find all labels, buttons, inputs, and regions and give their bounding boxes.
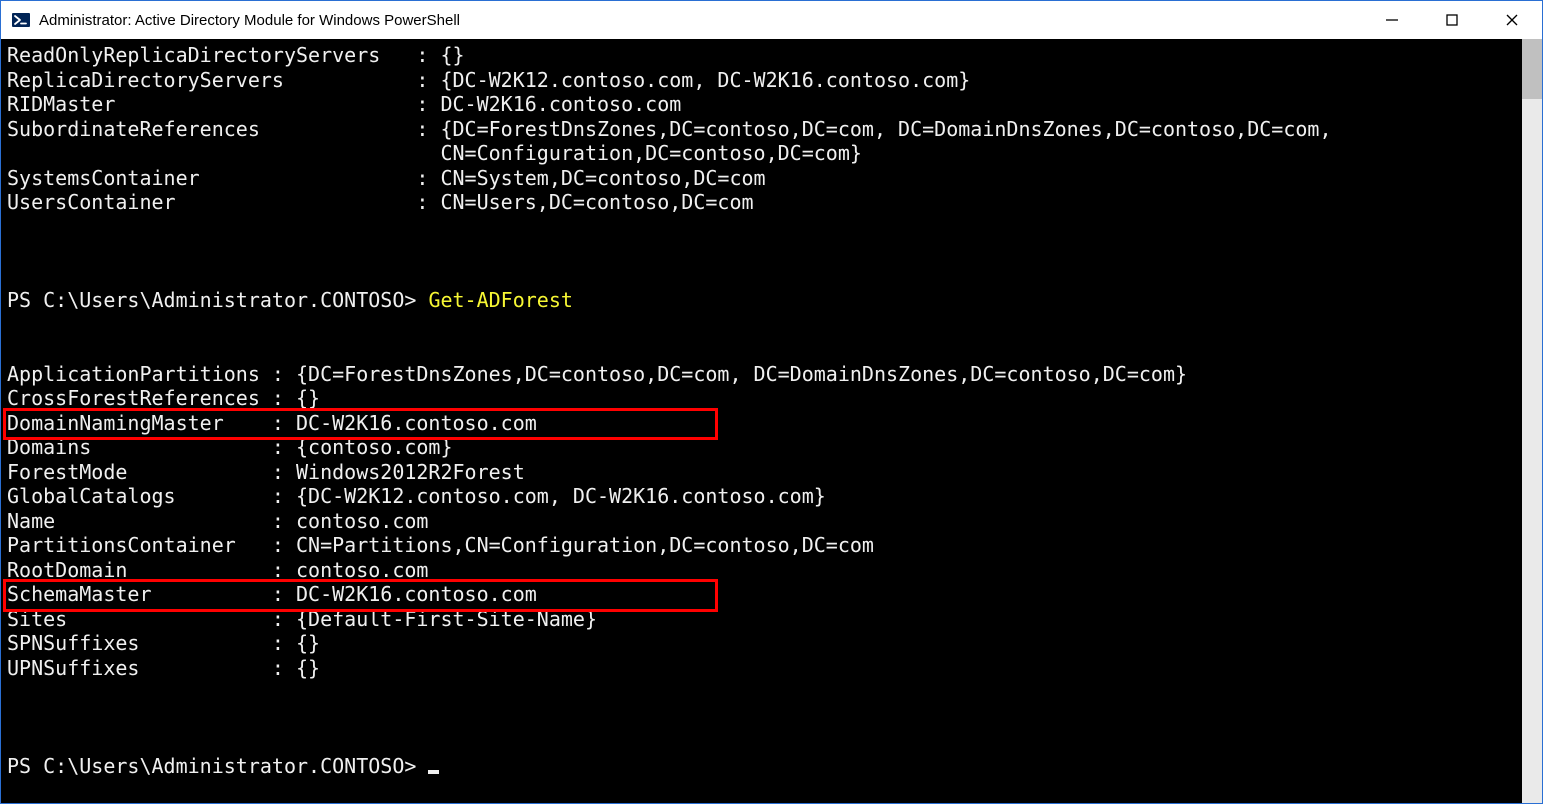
prompt-line: PS C:\Users\Administrator.CONTOSO>	[7, 754, 1520, 779]
powershell-icon	[11, 10, 31, 30]
window-title: Administrator: Active Directory Module f…	[39, 12, 1362, 29]
output-line: Domains : {contoso.com}	[7, 435, 1520, 460]
output-line: RootDomain : contoso.com	[7, 558, 1520, 583]
powershell-window: Administrator: Active Directory Module f…	[0, 0, 1543, 804]
output-line: ReplicaDirectoryServers : {DC-W2K12.cont…	[7, 68, 1520, 93]
output-line: Name : contoso.com	[7, 509, 1520, 534]
window-controls	[1362, 1, 1542, 39]
output-line	[7, 680, 1520, 705]
output-line: SPNSuffixes : {}	[7, 631, 1520, 656]
output-line: Sites : {Default-First-Site-Name}	[7, 607, 1520, 632]
output-line	[7, 705, 1520, 730]
output-line	[7, 729, 1520, 754]
maximize-button[interactable]	[1422, 1, 1482, 39]
output-line: GlobalCatalogs : {DC-W2K12.contoso.com, …	[7, 484, 1520, 509]
command-text: Get-ADForest	[428, 288, 573, 312]
output-line: UsersContainer : CN=Users,DC=contoso,DC=…	[7, 190, 1520, 215]
scrollbar-thumb[interactable]	[1522, 39, 1542, 99]
output-line: RIDMaster : DC-W2K16.contoso.com	[7, 92, 1520, 117]
prompt-line: PS C:\Users\Administrator.CONTOSO> Get-A…	[7, 288, 1520, 313]
output-line	[7, 239, 1520, 264]
close-button[interactable]	[1482, 1, 1542, 39]
output-line	[7, 215, 1520, 240]
output-line: ReadOnlyReplicaDirectoryServers : {}	[7, 43, 1520, 68]
output-line: CN=Configuration,DC=contoso,DC=com}	[7, 141, 1520, 166]
output-line	[7, 313, 1520, 338]
output-line: PartitionsContainer : CN=Partitions,CN=C…	[7, 533, 1520, 558]
vertical-scrollbar[interactable]	[1522, 39, 1542, 803]
output-line: SystemsContainer : CN=System,DC=contoso,…	[7, 166, 1520, 191]
output-line	[7, 337, 1520, 362]
output-line: DomainNamingMaster : DC-W2K16.contoso.co…	[7, 411, 1520, 436]
output-line: ApplicationPartitions : {DC=ForestDnsZon…	[7, 362, 1520, 387]
cursor	[428, 770, 439, 774]
minimize-button[interactable]	[1362, 1, 1422, 39]
output-line: UPNSuffixes : {}	[7, 656, 1520, 681]
terminal-output[interactable]: ReadOnlyReplicaDirectoryServers : {}Repl…	[1, 39, 1522, 803]
titlebar[interactable]: Administrator: Active Directory Module f…	[1, 1, 1542, 39]
output-line: CrossForestReferences : {}	[7, 386, 1520, 411]
output-line: SchemaMaster : DC-W2K16.contoso.com	[7, 582, 1520, 607]
client-area: ReadOnlyReplicaDirectoryServers : {}Repl…	[1, 39, 1542, 803]
output-line: SubordinateReferences : {DC=ForestDnsZon…	[7, 117, 1520, 142]
output-line	[7, 264, 1520, 289]
output-line: ForestMode : Windows2012R2Forest	[7, 460, 1520, 485]
